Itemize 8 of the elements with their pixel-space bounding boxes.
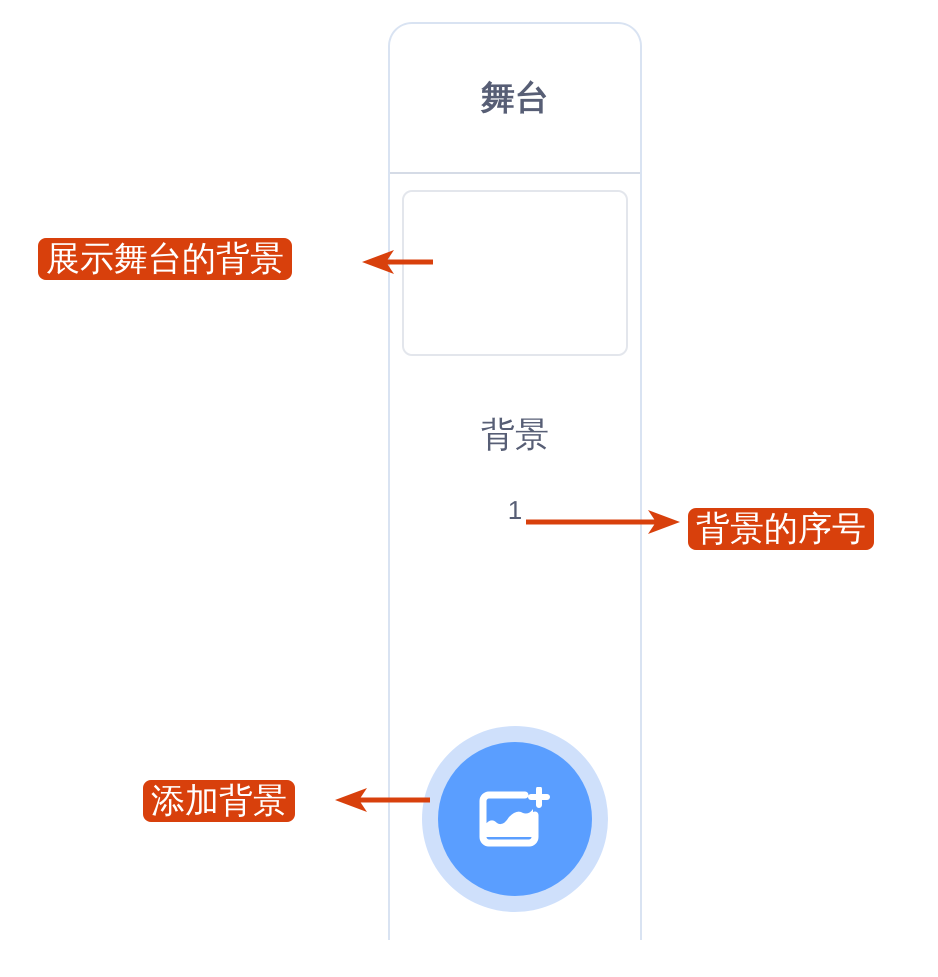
backdrop-label: 背景 xyxy=(481,415,549,456)
callout-label: 背景的序号 xyxy=(688,508,874,550)
callout-label: 添加背景 xyxy=(143,780,295,822)
backdrop-thumbnail[interactable] xyxy=(402,190,628,356)
callout-label: 展示舞台的背景 xyxy=(38,238,292,280)
arrow xyxy=(362,248,433,276)
stage-title: 舞台 xyxy=(481,78,549,118)
backdrop-number: 1 xyxy=(508,494,522,527)
